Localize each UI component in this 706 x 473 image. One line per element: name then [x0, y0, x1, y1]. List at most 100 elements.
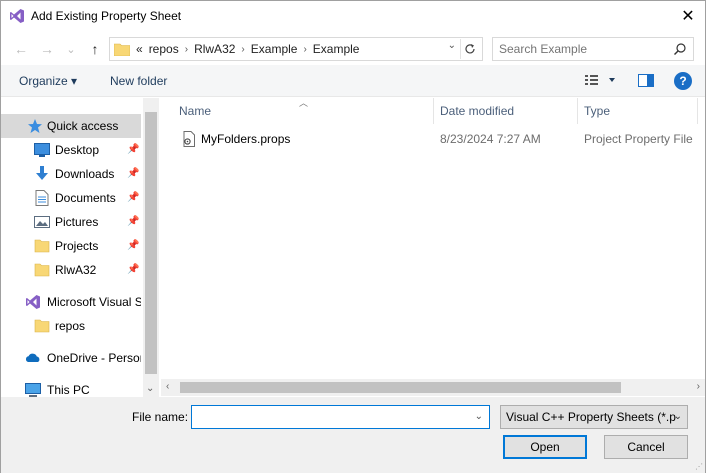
forward-arrow-icon: → [40, 41, 54, 57]
file-name-label: File name: [132, 410, 189, 424]
column-header-name[interactable]: Name [179, 104, 211, 118]
breadcrumb-repos[interactable]: repos [149, 42, 179, 56]
star-icon [28, 119, 42, 133]
pin-icon: 📌 [127, 144, 140, 155]
sidebar-item-label: Projects [55, 239, 99, 253]
sidebar-item-label: Desktop [55, 143, 100, 157]
breadcrumb-rlwa32[interactable]: RlwA32 [194, 42, 235, 56]
column-headers: ︿ Name Date modified Type [161, 98, 705, 124]
close-button[interactable]: ✕ [671, 1, 705, 31]
sidebar-item-label: This PC [47, 383, 90, 397]
pin-icon: 📌 [127, 216, 140, 227]
preview-pane-icon [638, 74, 654, 87]
property-file-icon [183, 131, 195, 147]
desktop-icon [34, 143, 50, 157]
file-type: Project Property File [584, 132, 693, 146]
navigation-bar: ← → ⌄ ↑ « repos › RlwA32 › Example › Exa… [1, 35, 705, 63]
file-name-combobox[interactable]: ⌄ [191, 405, 490, 429]
search-box[interactable] [492, 37, 694, 61]
sidebar-scrollbar[interactable]: ⌄ [143, 98, 159, 397]
sidebar-item-label: OneDrive - Persor [47, 351, 141, 365]
sidebar-item-pictures[interactable]: Pictures 📌 [1, 210, 141, 234]
column-header-date-modified[interactable]: Date modified [440, 104, 514, 118]
sidebar-item-label: Microsoft Visual S [47, 295, 141, 309]
sidebar-item-this-pc[interactable]: This PC [1, 378, 141, 397]
organize-button[interactable]: Organize ▾ [19, 74, 77, 88]
pin-icon: 📌 [127, 264, 140, 275]
column-divider[interactable] [697, 98, 698, 124]
command-bar: Organize ▾ New folder ? [1, 65, 705, 97]
sidebar-item-repos[interactable]: repos [1, 314, 141, 338]
view-options-icon [585, 75, 615, 85]
refresh-button[interactable] [460, 39, 478, 59]
sidebar-item-documents[interactable]: Documents 📌 [1, 186, 141, 210]
navigation-pane: Quick access Desktop 📌 Downloads 📌 Docum… [1, 98, 159, 397]
documents-icon [35, 190, 49, 206]
horizontal-scrollbar[interactable]: ‹ › [161, 379, 705, 396]
file-name-input[interactable] [195, 407, 465, 427]
file-name: MyFolders.props [201, 132, 291, 146]
chevron-down-icon[interactable]: ⌄ [475, 411, 483, 422]
pc-icon [25, 383, 41, 397]
file-type-filter-value: Visual C++ Property Sheets (*.p [506, 410, 676, 424]
pictures-icon [34, 216, 50, 228]
help-button[interactable]: ? [674, 72, 692, 90]
breadcrumb-example-current[interactable]: Example [313, 42, 360, 56]
open-button[interactable]: Open [503, 435, 587, 459]
forward-button[interactable]: → [39, 39, 55, 59]
file-date-modified: 8/23/2024 7:27 AM [440, 132, 541, 146]
chevron-right-icon: › [241, 43, 245, 55]
visual-studio-icon [26, 295, 40, 309]
sidebar-item-onedrive[interactable]: OneDrive - Persor [1, 346, 141, 370]
column-header-type[interactable]: Type [584, 104, 610, 118]
scroll-down-icon[interactable]: ⌄ [146, 383, 154, 394]
sidebar-scrollbar-thumb[interactable] [145, 112, 157, 374]
change-view-button[interactable] [585, 74, 615, 89]
address-dropdown-icon[interactable]: ⌄ [448, 40, 456, 51]
back-button[interactable]: ← [13, 39, 29, 59]
sidebar-item-projects[interactable]: Projects 📌 [1, 234, 141, 258]
file-type-filter-select[interactable]: Visual C++ Property Sheets (*.p ⌄ [500, 405, 688, 429]
sidebar-item-rlwa32[interactable]: RlwA32 📌 [1, 258, 141, 282]
chevron-right-icon: › [303, 43, 307, 55]
onedrive-icon [25, 353, 40, 362]
sidebar-item-desktop[interactable]: Desktop 📌 [1, 138, 141, 162]
pin-icon: 📌 [127, 168, 140, 179]
refresh-icon [464, 44, 475, 54]
up-button[interactable]: ↑ [87, 39, 103, 59]
horizontal-scrollbar-thumb[interactable] [180, 382, 621, 393]
breadcrumb-overflow[interactable]: « [136, 42, 143, 56]
sidebar-item-label: RlwA32 [55, 263, 97, 277]
sidebar-item-downloads[interactable]: Downloads 📌 [1, 162, 141, 186]
address-bar[interactable]: « repos › RlwA32 › Example › Example ⌄ [109, 37, 483, 61]
dialog-footer: File name: ⌄ Visual C++ Property Sheets … [1, 397, 705, 473]
search-icon [674, 43, 686, 55]
sidebar-item-quick-access[interactable]: Quick access [1, 114, 141, 138]
window-title: Add Existing Property Sheet [31, 9, 182, 23]
recent-locations-button[interactable]: ⌄ [63, 39, 79, 59]
column-divider[interactable] [577, 98, 578, 124]
back-arrow-icon: ← [14, 41, 28, 57]
sort-ascending-icon: ︿ [299, 98, 309, 108]
resize-grip-icon[interactable]: ⋰ [695, 462, 703, 471]
cancel-button[interactable]: Cancel [604, 435, 688, 459]
breadcrumb-example[interactable]: Example [251, 42, 298, 56]
chevron-down-icon: ⌄ [673, 411, 682, 422]
scroll-left-icon[interactable]: ‹ [166, 381, 169, 392]
pin-icon: 📌 [127, 192, 140, 203]
sidebar-item-label: Quick access [47, 119, 119, 133]
folder-icon [34, 319, 50, 333]
preview-pane-button[interactable] [638, 74, 654, 90]
search-input[interactable] [499, 42, 669, 56]
close-icon: ✕ [681, 8, 695, 25]
sidebar-item-microsoft-visual-studio[interactable]: Microsoft Visual S [1, 290, 141, 314]
scroll-right-icon[interactable]: › [697, 381, 700, 392]
column-divider[interactable] [433, 98, 434, 124]
help-icon: ? [679, 74, 687, 88]
pin-icon: 📌 [127, 240, 140, 251]
file-row[interactable]: MyFolders.props 8/23/2024 7:27 AM Projec… [179, 128, 699, 150]
dialog-window: Add Existing Property Sheet ✕ ← → ⌄ ↑ « … [0, 0, 706, 473]
title-bar: Add Existing Property Sheet ✕ [1, 1, 705, 31]
download-icon [36, 166, 48, 180]
new-folder-button[interactable]: New folder [110, 74, 167, 88]
